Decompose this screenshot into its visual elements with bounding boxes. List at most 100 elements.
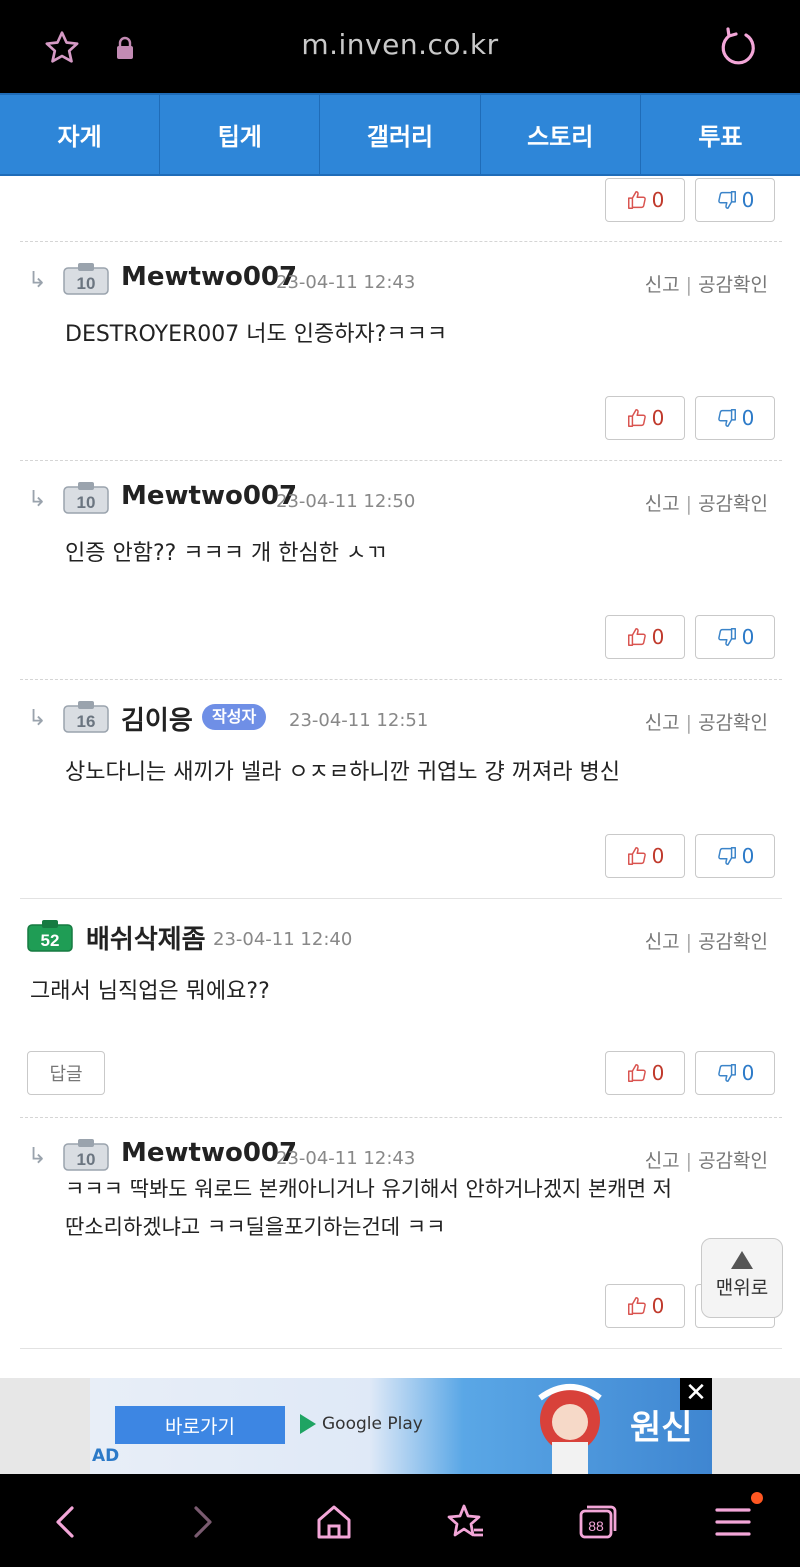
comment-author[interactable]: Mewtwo007 bbox=[121, 481, 297, 511]
svg-text:88: 88 bbox=[588, 1518, 604, 1534]
downvote-button[interactable]: 0 bbox=[695, 615, 775, 659]
ad-go-button[interactable]: 바로가기 bbox=[115, 1406, 285, 1444]
back-icon[interactable] bbox=[46, 1502, 86, 1542]
tab-tip-board[interactable]: 팁게 bbox=[160, 95, 321, 174]
svg-text:16: 16 bbox=[77, 712, 96, 731]
report-link[interactable]: 신고 bbox=[645, 712, 680, 734]
upvote-count: 0 bbox=[651, 625, 665, 649]
downvote-count: 0 bbox=[741, 625, 755, 649]
tab-gallery[interactable]: 갤러리 bbox=[320, 95, 481, 174]
reply-comment: ↳ 10 Mewtwo007 23-04-11 12:50 신고 | 공감확인 인증… bbox=[0, 461, 800, 679]
downvote-button[interactable]: 0 bbox=[695, 1051, 775, 1095]
url-bar[interactable]: m.inven.co.kr bbox=[0, 28, 800, 61]
divider bbox=[20, 1348, 782, 1349]
tab-free-board[interactable]: 자게 bbox=[0, 95, 161, 174]
report-link[interactable]: 신고 bbox=[645, 493, 680, 515]
home-icon[interactable] bbox=[314, 1502, 354, 1542]
scroll-to-top-button[interactable]: 맨위로 bbox=[701, 1238, 783, 1318]
tab-story[interactable]: 스토리 bbox=[481, 95, 641, 174]
comment-actions: 신고 | 공감확인 bbox=[644, 712, 768, 734]
upvote-count: 0 bbox=[651, 188, 665, 212]
comment-text: DESTROYER007 너도 인증하자?ㅋㅋㅋ bbox=[65, 322, 448, 347]
report-link[interactable]: 신고 bbox=[645, 274, 680, 296]
comment-author[interactable]: 김이응 bbox=[121, 700, 193, 737]
google-play-icon bbox=[300, 1414, 316, 1434]
upvote-button[interactable]: 0 bbox=[605, 1284, 685, 1328]
bookmarks-icon[interactable] bbox=[446, 1502, 486, 1542]
downvote-count: 0 bbox=[741, 1061, 755, 1085]
thumbs-down-icon bbox=[717, 1064, 736, 1082]
like-check-link[interactable]: 공감확인 bbox=[698, 712, 768, 734]
downvote-button[interactable]: 0 bbox=[695, 396, 775, 440]
thumbs-up-icon bbox=[627, 409, 646, 427]
reload-icon[interactable] bbox=[716, 26, 760, 70]
level-badge: 52 bbox=[27, 920, 73, 952]
upvote-count: 0 bbox=[651, 1294, 665, 1318]
upvote-count: 0 bbox=[651, 844, 665, 868]
scroll-to-top-label: 맨위로 bbox=[715, 1277, 769, 1299]
reply-comment: ↳ 16 김이응 작성자 23-04-11 12:51 신고 | 공감확인 상노다니… bbox=[0, 680, 800, 898]
comment-author[interactable]: 배쉬삭제좀 bbox=[86, 919, 206, 956]
like-check-link[interactable]: 공감확인 bbox=[698, 1150, 768, 1172]
level-badge: 16 bbox=[63, 701, 109, 733]
tabs-icon[interactable]: 88 bbox=[578, 1502, 618, 1542]
ad-close-button[interactable]: ✕ bbox=[680, 1378, 712, 1410]
thumbs-up-icon bbox=[627, 628, 646, 646]
downvote-button[interactable]: 0 bbox=[695, 178, 775, 222]
ad-image[interactable]: 바로가기 Google Play 원신 bbox=[90, 1378, 712, 1474]
ad-banner: 바로가기 Google Play 원신 ✕ AD bbox=[0, 1378, 800, 1474]
level-badge: 10 bbox=[63, 482, 109, 514]
reply-arrow-icon: ↳ bbox=[28, 706, 47, 731]
thumbs-down-icon bbox=[717, 628, 736, 646]
svg-text:52: 52 bbox=[41, 931, 60, 950]
thumbs-up-icon bbox=[627, 191, 646, 209]
writer-badge: 작성자 bbox=[202, 704, 267, 730]
like-check-link[interactable]: 공감확인 bbox=[698, 931, 768, 953]
reply-button[interactable]: 답글 bbox=[27, 1051, 105, 1095]
downvote-count: 0 bbox=[741, 188, 755, 212]
thumbs-down-icon bbox=[717, 409, 736, 427]
comment-text: 그래서 님직업은 뭐에요?? bbox=[30, 979, 270, 1004]
upvote-button[interactable]: 0 bbox=[605, 1051, 685, 1095]
downvote-count: 0 bbox=[741, 406, 755, 430]
comment-author[interactable]: Mewtwo007 bbox=[121, 262, 297, 292]
upvote-button[interactable]: 0 bbox=[605, 178, 685, 222]
comment-text: 인증 안함?? ㅋㅋㅋ 개 한심한 ㅅㄲ bbox=[65, 541, 387, 566]
forward-icon[interactable] bbox=[182, 1502, 222, 1542]
comment-date: 23-04-11 12:40 bbox=[213, 929, 353, 950]
upvote-button[interactable]: 0 bbox=[605, 834, 685, 878]
comment-date: 23-04-11 12:50 bbox=[276, 491, 416, 512]
like-check-link[interactable]: 공감확인 bbox=[698, 274, 768, 296]
browser-bottom-nav: 88 bbox=[0, 1474, 800, 1567]
svg-text:10: 10 bbox=[77, 274, 96, 293]
downvote-button[interactable]: 0 bbox=[695, 834, 775, 878]
reply-comment: ↳ 10 Mewtwo007 23-04-11 12:43 신고 | 공감확인 ㅋㅋ… bbox=[0, 1118, 800, 1348]
report-link[interactable]: 신고 bbox=[645, 931, 680, 953]
reply-arrow-icon: ↳ bbox=[28, 1144, 47, 1169]
report-link[interactable]: 신고 bbox=[645, 1150, 680, 1172]
level-badge: 10 bbox=[63, 263, 109, 295]
upvote-button[interactable]: 0 bbox=[605, 396, 685, 440]
comment-text: 상노다니는 새끼가 넬라 ㅇㅈㄹ하니깐 귀엽노 걍 꺼져라 병신 bbox=[65, 760, 620, 785]
comment-actions: 신고 | 공감확인 bbox=[644, 493, 768, 515]
like-check-link[interactable]: 공감확인 bbox=[698, 493, 768, 515]
comment-text-line: ㅋㅋㅋ 딱봐도 워로드 본캐아니거나 유기해서 안하거나겠지 본캐면 저 bbox=[65, 1177, 673, 1201]
notification-dot bbox=[751, 1492, 763, 1504]
upvote-button[interactable]: 0 bbox=[605, 615, 685, 659]
thumbs-up-icon bbox=[627, 1064, 646, 1082]
menu-icon[interactable] bbox=[713, 1502, 753, 1542]
comment-actions: 신고 | 공감확인 bbox=[644, 274, 768, 296]
tab-vote[interactable]: 투표 bbox=[641, 95, 800, 174]
thumbs-up-icon bbox=[627, 847, 646, 865]
upvote-count: 0 bbox=[651, 1061, 665, 1085]
comment-date: 23-04-11 12:43 bbox=[276, 272, 416, 293]
level-badge: 10 bbox=[63, 1139, 109, 1171]
comment-text-line: 딴소리하겠냐고 ㅋㅋ딜을포기하는건데 ㅋㅋ bbox=[65, 1215, 446, 1239]
thumbs-down-icon bbox=[717, 191, 736, 209]
game-character-art bbox=[538, 1384, 602, 1474]
board-tabs: 자게 팁게 갤러리 스토리 투표 bbox=[0, 93, 800, 176]
comment: 52 배쉬삭제좀 23-04-11 12:40 신고 | 공감확인 그래서 님직업은… bbox=[0, 899, 800, 1117]
reply-arrow-icon: ↳ bbox=[28, 268, 47, 293]
svg-text:10: 10 bbox=[77, 1150, 96, 1169]
comment-author[interactable]: Mewtwo007 bbox=[121, 1138, 297, 1168]
